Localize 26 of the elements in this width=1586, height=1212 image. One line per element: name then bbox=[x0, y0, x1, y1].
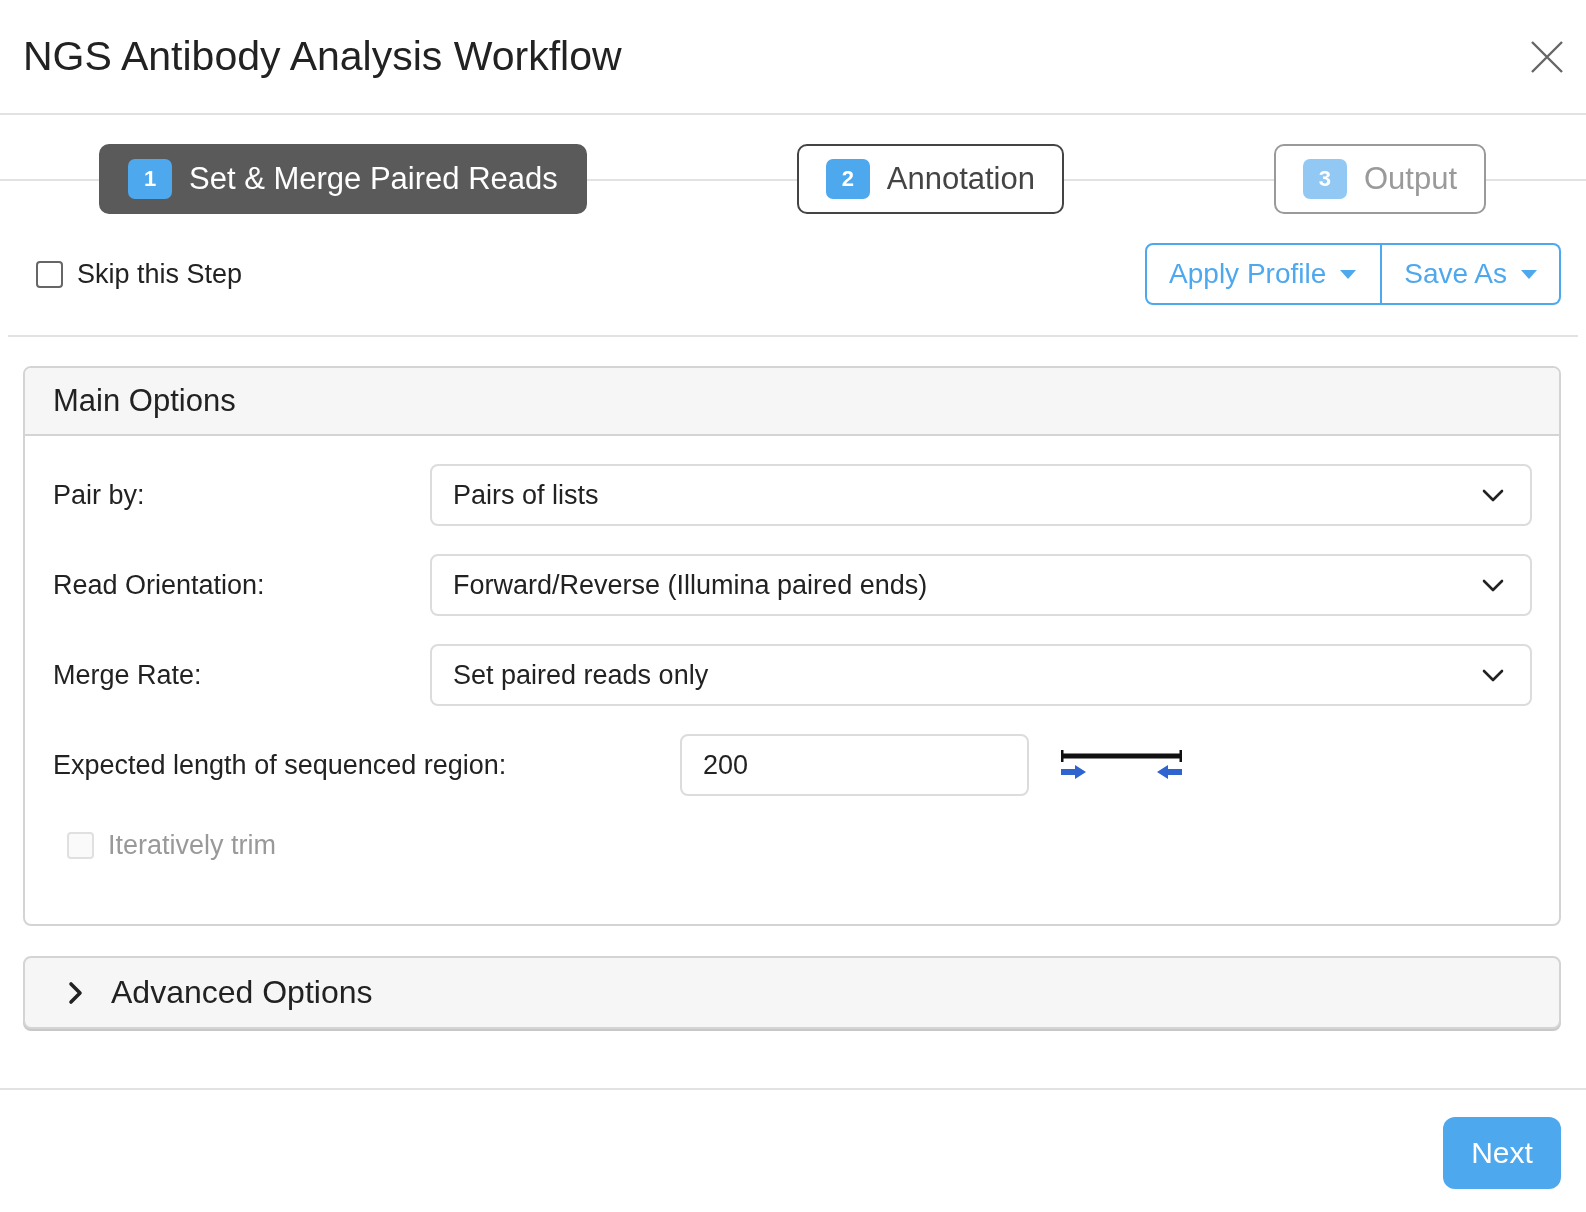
close-icon[interactable] bbox=[1530, 39, 1564, 74]
field-label: Merge Rate: bbox=[53, 659, 203, 691]
step-number: 2 bbox=[825, 159, 870, 199]
select-field[interactable]: Forward/Reverse (Illumina paired ends) bbox=[430, 554, 1532, 616]
step-tab[interactable]: 2 Annotation bbox=[796, 144, 1064, 214]
step-tab[interactable]: 1 Set & Merge Paired Reads bbox=[99, 144, 587, 214]
field-label: Read Orientation: bbox=[53, 569, 266, 601]
panel-title: Main Options bbox=[53, 383, 236, 419]
chevron-down-icon bbox=[1482, 488, 1504, 502]
step-number: 3 bbox=[1303, 159, 1347, 199]
caret-down-icon bbox=[1521, 269, 1537, 279]
field-label: Expected length of sequenced region: bbox=[53, 749, 508, 781]
checkbox[interactable] bbox=[36, 260, 63, 288]
chevron-down-icon bbox=[1482, 668, 1504, 682]
panel-title: Advanced Options bbox=[111, 974, 373, 1011]
input-field[interactable]: 200 bbox=[680, 734, 1029, 796]
chevron-down-icon bbox=[1482, 578, 1504, 592]
checkbox-label: Iteratively trim bbox=[108, 829, 277, 861]
dialog-title: NGS Antibody Analysis Workflow bbox=[23, 33, 622, 80]
field-label: Pair by: bbox=[53, 479, 146, 511]
checkbox-label: Skip this Step bbox=[77, 258, 243, 290]
caret-down-icon bbox=[1340, 269, 1357, 279]
select-field[interactable]: Set paired reads only bbox=[430, 644, 1532, 706]
select-field[interactable]: Pairs of lists bbox=[430, 464, 1532, 526]
collapsible-panel[interactable]: Advanced Options bbox=[23, 956, 1561, 1029]
step-number: 1 bbox=[128, 159, 172, 199]
